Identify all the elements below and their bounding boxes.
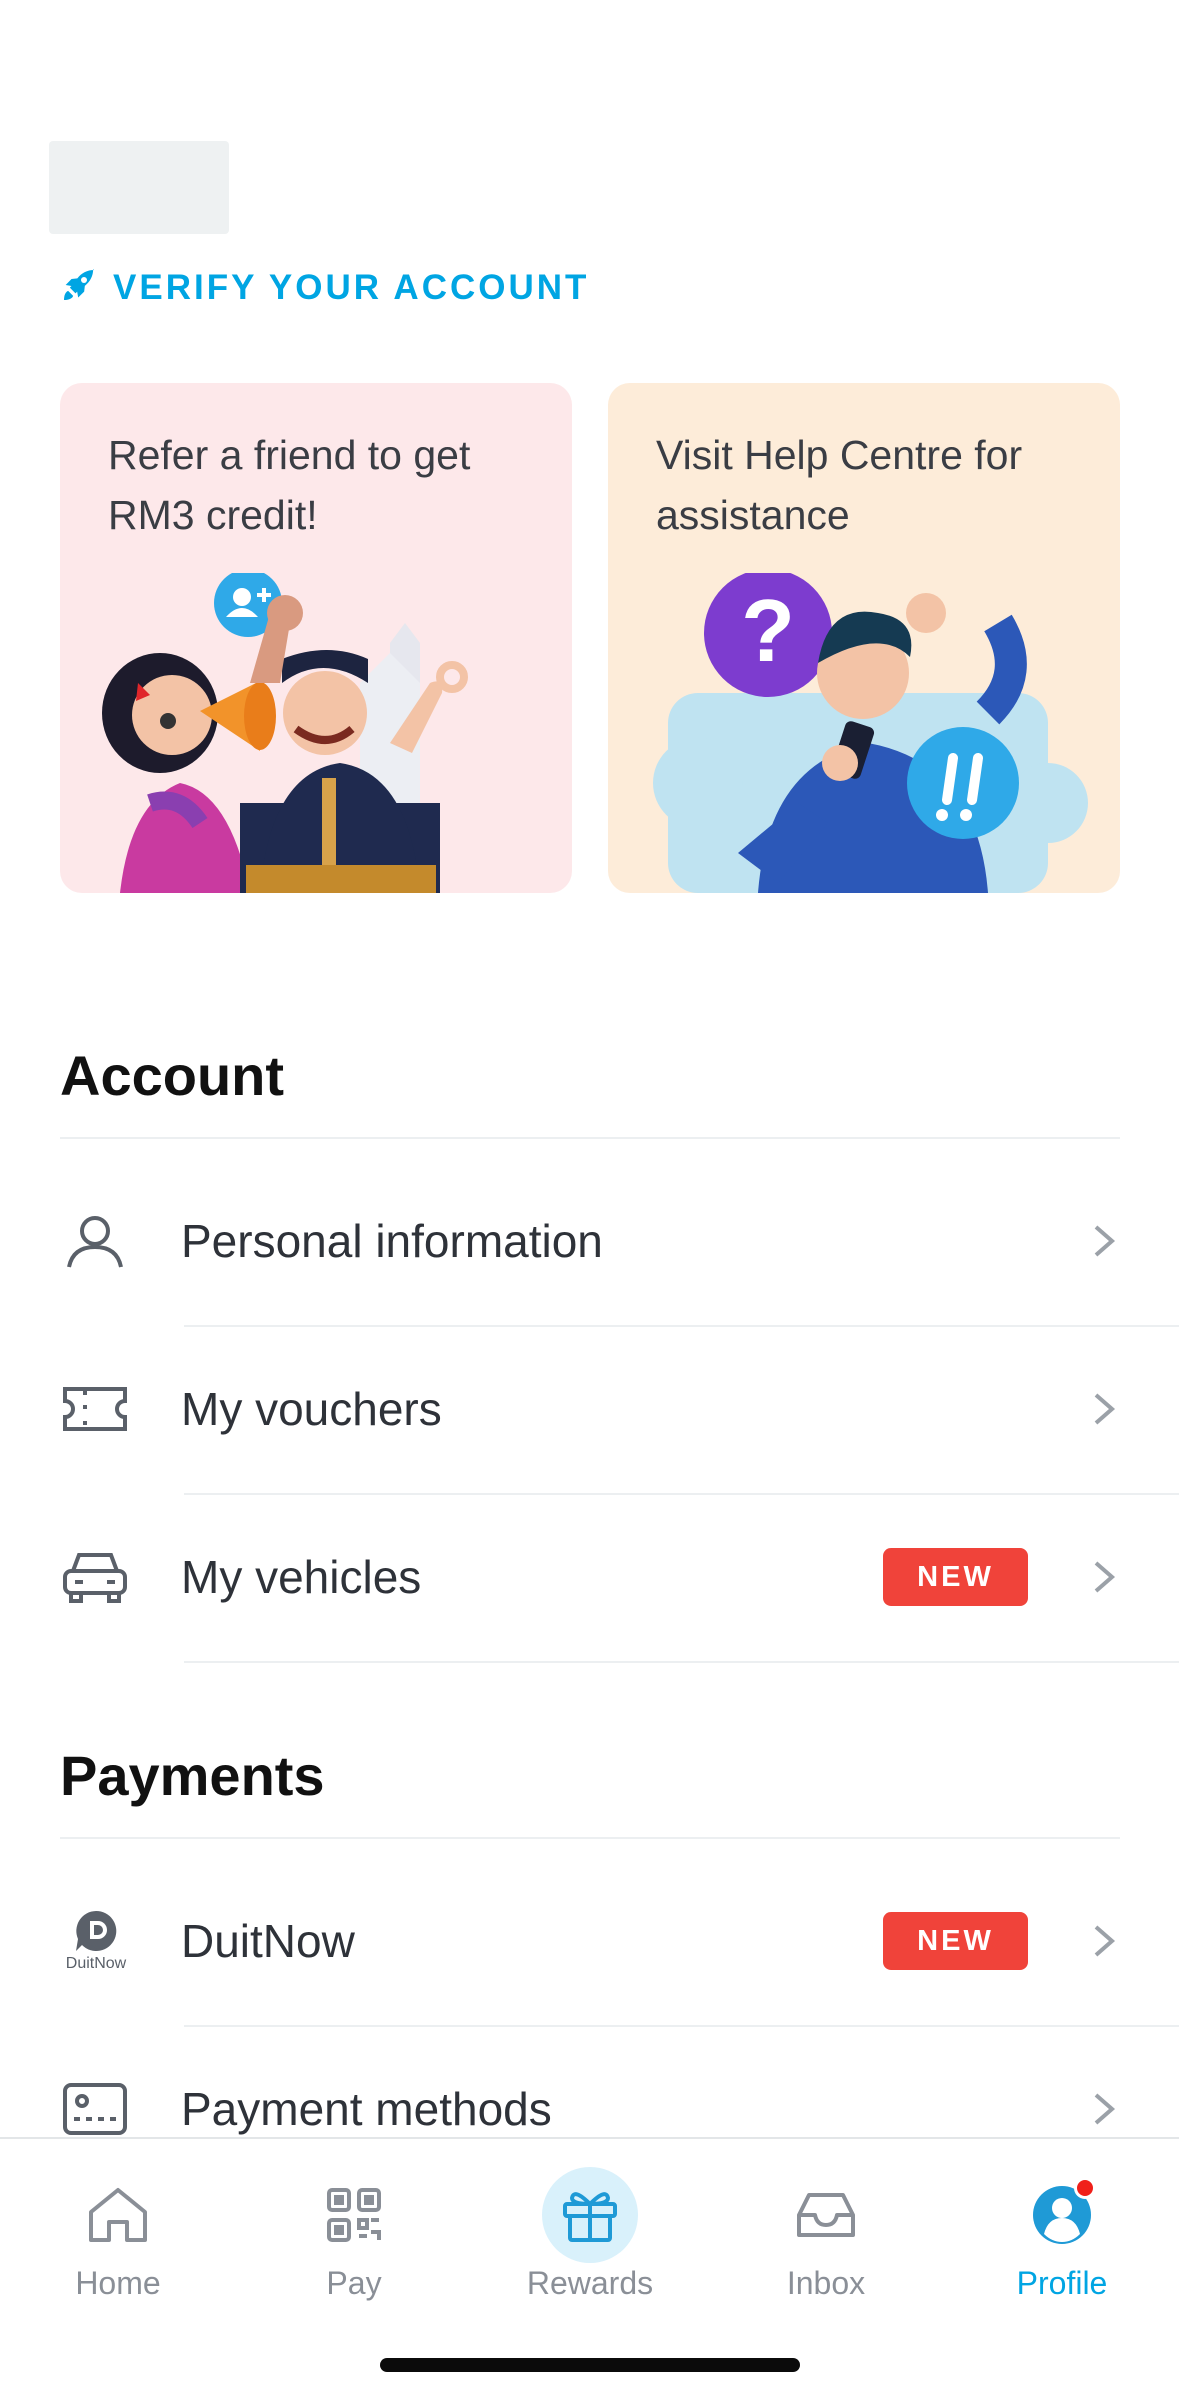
my-vouchers-label: My vouchers (181, 1383, 442, 1435)
rocket-icon (59, 265, 99, 310)
tab-profile[interactable]: Profile (962, 2139, 1162, 2319)
payments-section-title: Payments (60, 1744, 325, 1807)
tab-profile-label: Profile (1016, 2265, 1108, 2301)
new-badge: NEW (883, 1912, 1028, 1970)
card-icon (60, 2074, 130, 2144)
refer-friend-illustration (102, 573, 468, 893)
tab-inbox[interactable]: Inbox (726, 2139, 926, 2319)
chevron-right-icon (1090, 1389, 1118, 1429)
personal-information-row[interactable]: Personal information (0, 1157, 1179, 1325)
svg-text:?: ? (741, 581, 795, 680)
tab-rewards-label: Rewards (526, 2265, 654, 2301)
tab-home-label: Home (75, 2265, 161, 2301)
refer-friend-title: Refer a friend to get RM3 credit! (108, 432, 471, 538)
ticket-icon (60, 1374, 130, 1444)
my-vehicles-label: My vehicles (181, 1551, 422, 1603)
my-vouchers-row[interactable]: My vouchers (0, 1325, 1179, 1493)
duitnow-logo-text: DuitNow (65, 1955, 127, 1972)
help-centre-illustration: ? (653, 573, 1088, 893)
account-section-title: Account (60, 1044, 284, 1107)
inbox-icon (778, 2167, 874, 2263)
row-separator (184, 1661, 1179, 1663)
home-indicator (380, 2358, 800, 2372)
chevron-right-icon (1090, 1221, 1118, 1261)
duitnow-logo: DuitNow (56, 1906, 136, 1976)
payment-methods-label: Payment methods (181, 2083, 552, 2135)
notification-dot (1074, 2177, 1096, 2199)
profile-name-placeholder (49, 141, 229, 234)
refer-friend-card[interactable]: Refer a friend to get RM3 credit! (60, 383, 572, 893)
duitnow-row[interactable]: DuitNow DuitNow NEW (0, 1857, 1179, 2025)
verify-account-link[interactable]: VERIFY YOUR ACCOUNT (59, 265, 589, 310)
tab-pay-label: Pay (326, 2265, 382, 2301)
help-centre-title: Visit Help Centre for assistance (656, 432, 1023, 538)
tab-rewards[interactable]: Rewards (490, 2139, 690, 2319)
duitnow-label: DuitNow (181, 1915, 355, 1967)
chevron-right-icon (1090, 2089, 1118, 2129)
account-divider (60, 1137, 1120, 1139)
car-icon (60, 1542, 130, 1612)
chevron-right-icon (1090, 1557, 1118, 1597)
tab-pay[interactable]: Pay (254, 2139, 454, 2319)
payments-divider (60, 1837, 1120, 1839)
help-centre-card[interactable]: Visit Help Centre for assistance ? (608, 383, 1120, 893)
tab-inbox-label: Inbox (786, 2265, 866, 2301)
home-icon (70, 2167, 166, 2263)
profile-icon (1014, 2167, 1110, 2263)
new-badge: NEW (883, 1548, 1028, 1606)
gift-icon (542, 2167, 638, 2263)
promo-cards: Refer a friend to get RM3 credit! Visit … (60, 383, 1120, 893)
qr-icon (306, 2167, 402, 2263)
chevron-right-icon (1090, 1921, 1118, 1961)
personal-information-label: Personal information (181, 1215, 603, 1267)
tab-home[interactable]: Home (18, 2139, 218, 2319)
user-icon (60, 1206, 130, 1276)
my-vehicles-row[interactable]: My vehicles NEW (0, 1493, 1179, 1661)
verify-account-label: VERIFY YOUR ACCOUNT (113, 267, 590, 307)
